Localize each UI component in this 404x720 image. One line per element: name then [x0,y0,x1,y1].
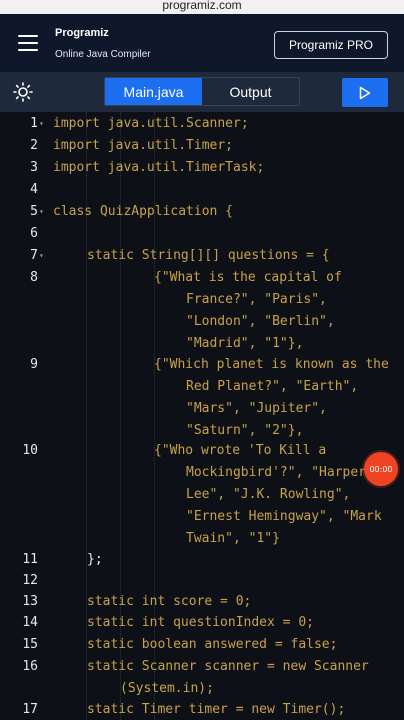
code-line: 8 {"What is the capital of [0,267,404,288]
code-line: 13 static int score = 0; [0,591,404,612]
code-line: 11 }; [0,549,404,570]
menu-icon[interactable] [18,35,38,51]
code-text: {"Who wrote 'To Kill a [154,443,327,458]
code-text: "Madrid", "1"}, [186,336,304,351]
screen-record-button[interactable]: 00:00 [364,452,398,486]
line-number: 12 [22,573,38,588]
code-line: 4 [0,179,404,200]
code-text: "Mars", "Jupiter", [186,401,327,416]
code-text: {"Which planet is known as the [154,357,389,372]
code-text: static Timer timer = new Timer(); [87,702,346,717]
code-text: import java.util.Scanner; [53,116,249,131]
line-number: 10 [22,443,38,458]
line-number: 2 [30,138,38,153]
code-line-wrap: "Mars", "Jupiter", [0,398,404,419]
code-line: 2 import java.util.Timer; [0,135,404,156]
code-line: 12 [0,570,404,591]
code-line: 10 {"Who wrote 'To Kill a [0,440,404,461]
page-subtitle: Online Java Compiler [55,49,151,60]
code-text: class QuizApplication { [53,204,234,219]
code-text: static Scanner scanner = new Scanner [87,659,369,674]
url-text: programiz.com [162,0,242,12]
code-line: 9 {"Which planet is known as the [0,354,404,375]
line-number: 3 [30,160,38,175]
code-text: Lee", "J.K. Rowling", [186,487,351,502]
logo[interactable]: Programiz [55,27,109,39]
code-line-wrap: Lee", "J.K. Rowling", [0,484,404,505]
code-text: "Saturn", "2"}, [186,423,304,438]
code-text: {"What is the capital of [154,270,342,285]
code-line: 1 ▾ import java.util.Scanner; [0,113,404,134]
code-text: "Ernest Hemingway", "Mark [186,509,382,524]
line-number: 8 [30,270,38,285]
code-text: Twain", "1"} [186,531,280,546]
code-text: (System.in); [120,681,214,696]
code-line-wrap: Red Planet?", "Earth", [0,376,404,397]
code-line: 15 static boolean answered = false; [0,634,404,655]
code-text: import java.util.Timer; [53,138,234,153]
code-line: 6 [0,223,404,244]
code-line: 17 static Timer timer = new Timer(); [0,699,404,720]
sun-icon[interactable] [13,82,33,102]
code-line-wrap: France?", "Paris", [0,289,404,310]
browser-url-bar[interactable]: programiz.com [0,0,404,14]
code-line-wrap: "Ernest Hemingway", "Mark [0,506,404,527]
code-text: "London", "Berlin", [186,314,335,329]
code-text: static int score = 0; [87,594,252,609]
app-header: Programiz Online Java Compiler Programiz… [0,14,404,73]
code-text: }; [87,552,103,567]
fold-icon[interactable]: ▾ [39,245,44,266]
record-timer: 00:00 [369,464,393,474]
code-text: static String[][] questions = { [87,248,330,263]
line-number: 15 [22,637,38,652]
code-text: Mockingbird'?", "Harper [186,465,367,480]
line-number: 17 [22,702,38,717]
line-number: 6 [30,226,38,241]
code-text: static boolean answered = false; [87,637,338,652]
code-line-wrap: "London", "Berlin", [0,311,404,332]
line-number: 14 [22,615,38,630]
tab-main-java[interactable]: Main.java [105,78,202,105]
play-icon [359,86,371,99]
code-text: Red Planet?", "Earth", [186,379,359,394]
code-text: import java.util.TimerTask; [53,160,265,175]
line-number: 11 [22,552,38,567]
run-button[interactable] [342,78,388,107]
line-number: 5 [30,204,38,219]
code-line: 5 ▾ class QuizApplication { [0,201,404,222]
code-line: 14 static int questionIndex = 0; [0,612,404,633]
tab-output[interactable]: Output [202,78,299,105]
code-line-wrap: "Madrid", "1"}, [0,333,404,354]
code-line: 7 ▾ static String[][] questions = { [0,245,404,266]
code-line-wrap: "Saturn", "2"}, [0,420,404,441]
line-number: 1 [30,116,38,131]
line-number: 7 [30,248,38,263]
code-line-wrap: Twain", "1"} [0,528,404,549]
fold-icon[interactable]: ▾ [39,201,44,222]
code-line-wrap: Mockingbird'?", "Harper [0,462,404,483]
file-tabs: Main.java Output [104,77,300,106]
editor-toolbar: Main.java Output [0,72,404,112]
code-text: static int questionIndex = 0; [87,615,314,630]
fold-icon[interactable]: ▾ [39,113,44,134]
code-line-wrap: (System.in); [0,678,404,699]
programiz-pro-button[interactable]: Programiz PRO [274,31,388,59]
code-line: 16 static Scanner scanner = new Scanner [0,656,404,677]
code-editor[interactable]: 1 ▾ import java.util.Scanner; 2 import j… [0,112,404,720]
code-line: 3 import java.util.TimerTask; [0,157,404,178]
line-number: 4 [30,182,38,197]
line-number: 13 [22,594,38,609]
line-number: 16 [22,659,38,674]
line-number: 9 [30,357,38,372]
code-text: France?", "Paris", [186,292,327,307]
